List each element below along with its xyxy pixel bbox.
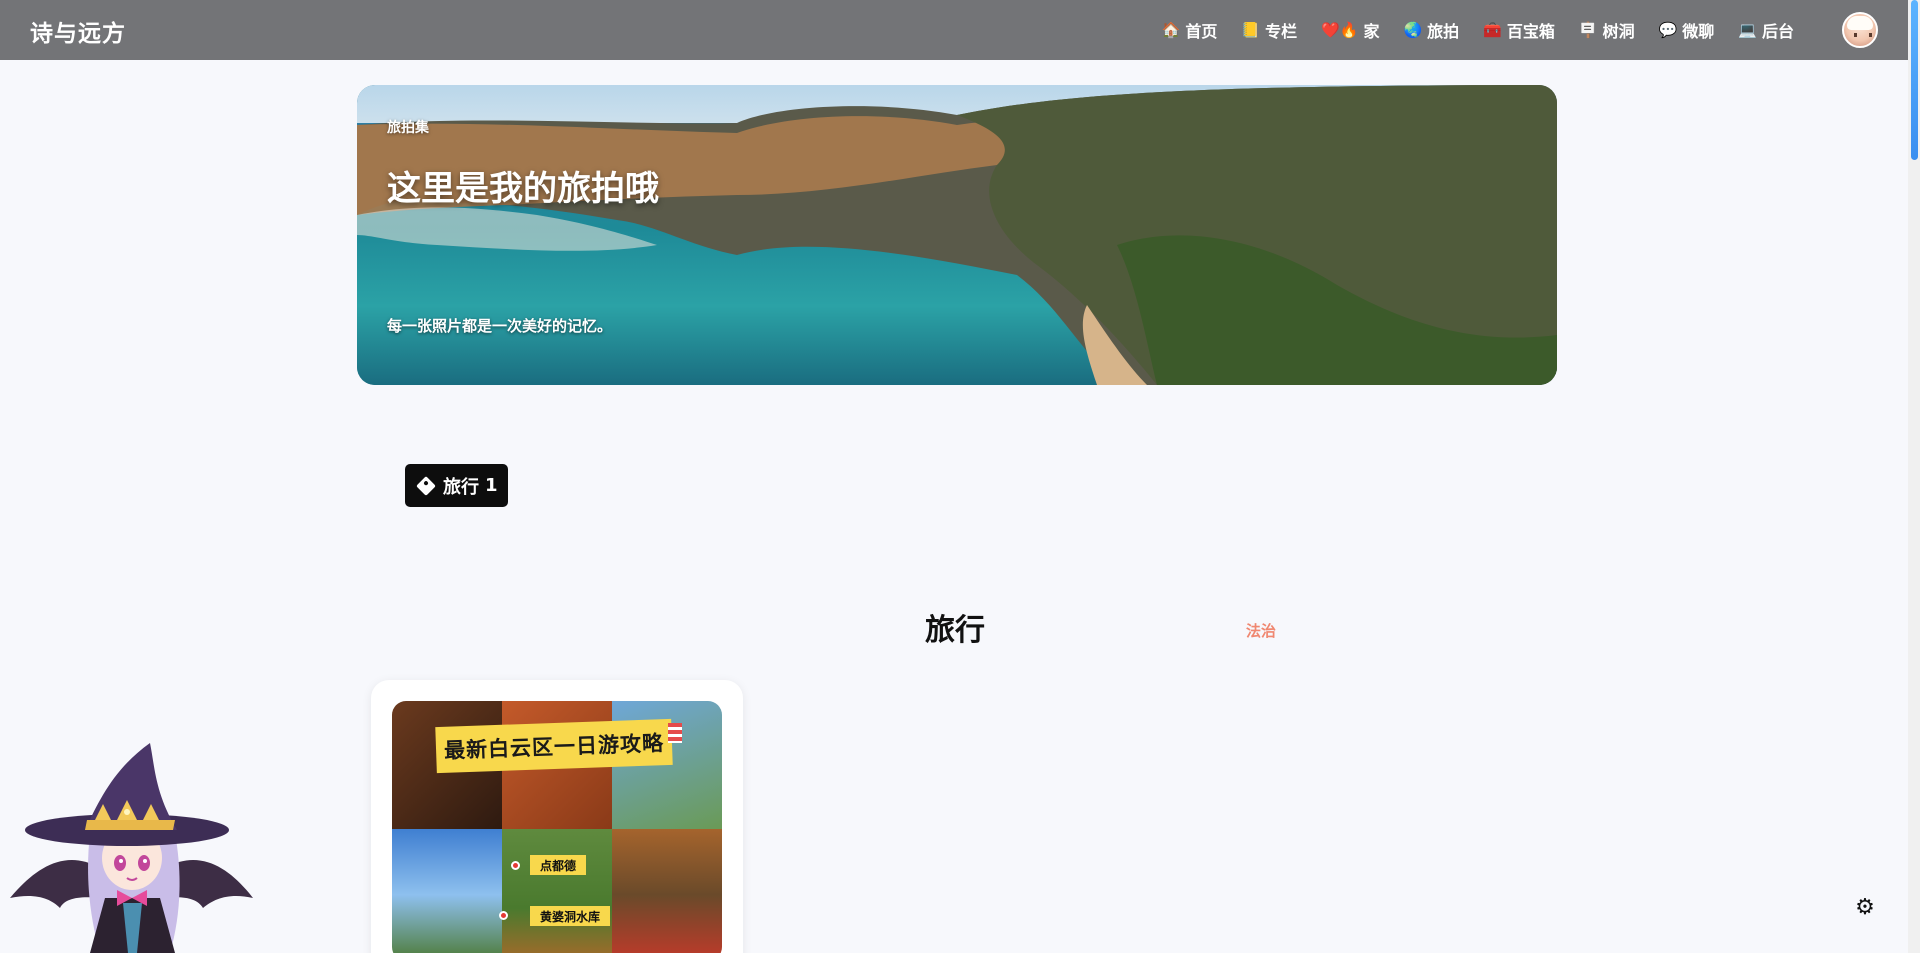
nav-item-label: 后台 (1761, 22, 1794, 41)
cover-tile (612, 829, 722, 953)
nav-item-toolbox[interactable]: 🧰 百宝箱 (1483, 18, 1555, 42)
nav-item-label: 专栏 (1265, 22, 1298, 41)
signpost-icon: 🪧 (1578, 20, 1598, 39)
globe-icon: 🌏 (1403, 20, 1423, 39)
tag-label: 旅行 (443, 476, 479, 498)
laptop-icon: 💻 (1738, 20, 1757, 39)
hero-landscape (357, 85, 1557, 385)
location-pin-icon (499, 911, 508, 920)
nav-item-home[interactable]: 🏠 首页 (1162, 18, 1218, 42)
top-navbar: 诗与远方 🏠 首页 📒 专栏 ❤️🔥 家 🌏 旅拍 🧰 百宝箱 🪧 树洞 💬 微… (0, 0, 1920, 60)
cover-tile (392, 829, 502, 953)
gear-icon[interactable]: ⚙ (1853, 896, 1877, 920)
toolbox-icon: 🧰 (1483, 20, 1502, 39)
section-title: 旅行 (925, 613, 985, 648)
section-side-link[interactable]: 法治 (1246, 620, 1276, 641)
user-avatar[interactable] (1842, 12, 1878, 48)
location-pin-icon (511, 861, 520, 870)
heart-fire-icon: ❤️🔥 (1321, 20, 1359, 39)
nav-item-admin[interactable]: 💻 后台 (1738, 18, 1794, 42)
main-nav: 🏠 首页 📒 专栏 ❤️🔥 家 🌏 旅拍 🧰 百宝箱 🪧 树洞 💬 微聊 💻 后… (1138, 0, 1794, 60)
hero-banner: 旅拍集 这里是我的旅拍哦 每一张照片都是一次美好的记忆。 (357, 85, 1557, 385)
nav-item-label: 微聊 (1682, 22, 1715, 41)
cover-flag-icon (668, 723, 682, 743)
nav-item-label: 百宝箱 (1506, 22, 1555, 41)
hero-subtitle: 每一张照片都是一次美好的记忆。 (387, 317, 613, 335)
article-cover-image[interactable]: 最新白云区一日游攻略 点都德 黄婆洞水库 (392, 701, 722, 953)
chat-icon: 💬 (1658, 20, 1678, 39)
article-card[interactable]: 最新白云区一日游攻略 点都德 黄婆洞水库 (371, 680, 743, 953)
nav-item-tree-hole[interactable]: 🪧 树洞 (1579, 18, 1635, 42)
nav-item-column[interactable]: 📒 专栏 (1241, 18, 1297, 42)
nav-item-label: 旅拍 (1427, 22, 1460, 41)
hero-label: 旅拍集 (387, 120, 429, 136)
cover-title-banner: 最新白云区一日游攻略 (435, 718, 673, 774)
cover-tile (502, 829, 612, 953)
nav-item-label: 家 (1363, 22, 1380, 41)
scrollbar-thumb[interactable] (1911, 0, 1918, 160)
site-title[interactable]: 诗与远方 (30, 14, 126, 48)
cover-location-tag: 点都德 (530, 855, 587, 875)
home-icon: 🏠 (1161, 20, 1181, 39)
hero-title: 这里是我的旅拍哦 (387, 169, 659, 209)
tag-icon (416, 475, 436, 496)
cover-location-tag: 黄婆洞水库 (530, 906, 611, 926)
tag-chip-travel[interactable]: 旅行 1 (405, 464, 508, 507)
mascot-witch-character[interactable] (5, 738, 255, 953)
nav-item-family[interactable]: ❤️🔥 家 (1321, 18, 1379, 42)
column-icon: 📒 (1241, 20, 1261, 39)
nav-item-label: 首页 (1185, 22, 1218, 41)
nav-item-chat[interactable]: 💬 微聊 (1659, 18, 1715, 42)
tag-count: 1 (485, 475, 498, 496)
page-scrollbar[interactable] (1908, 0, 1920, 953)
nav-item-travel-photos[interactable]: 🌏 旅拍 (1403, 18, 1459, 42)
nav-item-label: 树洞 (1602, 22, 1635, 41)
